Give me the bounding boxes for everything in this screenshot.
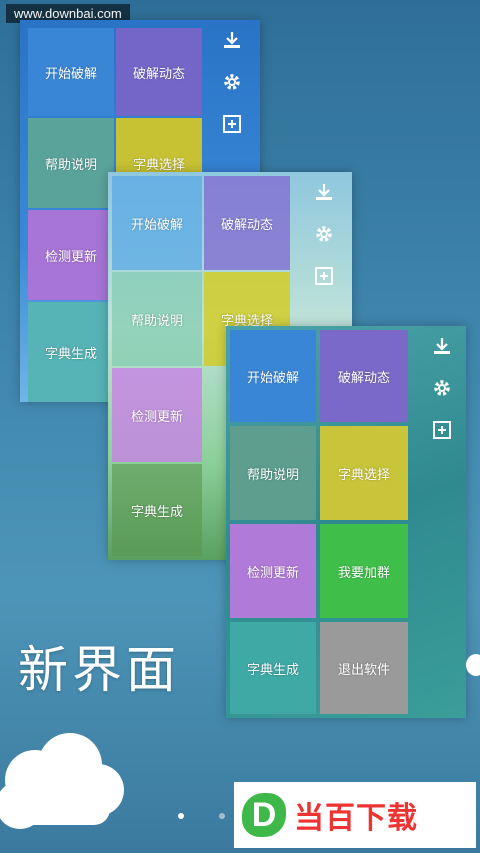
tile-help[interactable]: 帮助说明	[112, 272, 202, 366]
tile-check-update[interactable]: 检测更新	[112, 368, 202, 462]
small-cloud-decoration	[466, 654, 480, 676]
plus-box-icon[interactable]	[430, 418, 454, 442]
tile-crack-status[interactable]: 破解动态	[204, 176, 290, 270]
page-dot-active[interactable]	[178, 813, 184, 819]
tile-exit[interactable]: 退出软件	[320, 622, 408, 714]
download-icon[interactable]	[312, 180, 336, 204]
tile-help[interactable]: 帮助说明	[230, 426, 316, 520]
tagline: 新界面	[18, 641, 180, 699]
tile-dictionary-generate[interactable]: 字典生成	[28, 302, 114, 402]
logo-mark: D	[242, 793, 286, 837]
download-icon[interactable]	[430, 334, 454, 358]
logo-text: 当百下载	[294, 801, 418, 836]
tile-crack-status[interactable]: 破解动态	[116, 28, 202, 116]
gear-icon[interactable]	[312, 222, 336, 246]
screenshot-card-3: 开始破解 破解动态 帮助说明 字典选择 检测更新 我要加群 字典生成 退出软件	[226, 326, 466, 718]
download-icon[interactable]	[220, 28, 244, 52]
tile-help[interactable]: 帮助说明	[28, 118, 114, 208]
side-toolbar	[430, 334, 454, 442]
page-dot[interactable]	[219, 813, 226, 819]
tile-dictionary-generate[interactable]: 字典生成	[230, 622, 316, 714]
gear-icon[interactable]	[430, 376, 454, 400]
tile-dictionary-generate[interactable]: 字典生成	[112, 464, 202, 556]
tile-start-crack[interactable]: 开始破解	[230, 330, 316, 422]
tile-dictionary-select[interactable]: 字典选择	[320, 426, 408, 520]
tile-start-crack[interactable]: 开始破解	[28, 28, 114, 116]
tile-start-crack[interactable]: 开始破解	[112, 176, 202, 270]
tile-check-update[interactable]: 检测更新	[28, 210, 114, 300]
gear-icon[interactable]	[220, 70, 244, 94]
brand-logo: D 当百下载	[234, 782, 476, 848]
tile-check-update[interactable]: 检测更新	[230, 524, 316, 618]
side-toolbar	[312, 180, 336, 288]
tile-join-group[interactable]: 我要加群	[320, 524, 408, 618]
plus-box-icon[interactable]	[220, 112, 244, 136]
side-toolbar	[220, 28, 244, 136]
tile-crack-status[interactable]: 破解动态	[320, 330, 408, 422]
plus-box-icon[interactable]	[312, 264, 336, 288]
cloud-decoration	[0, 733, 124, 829]
